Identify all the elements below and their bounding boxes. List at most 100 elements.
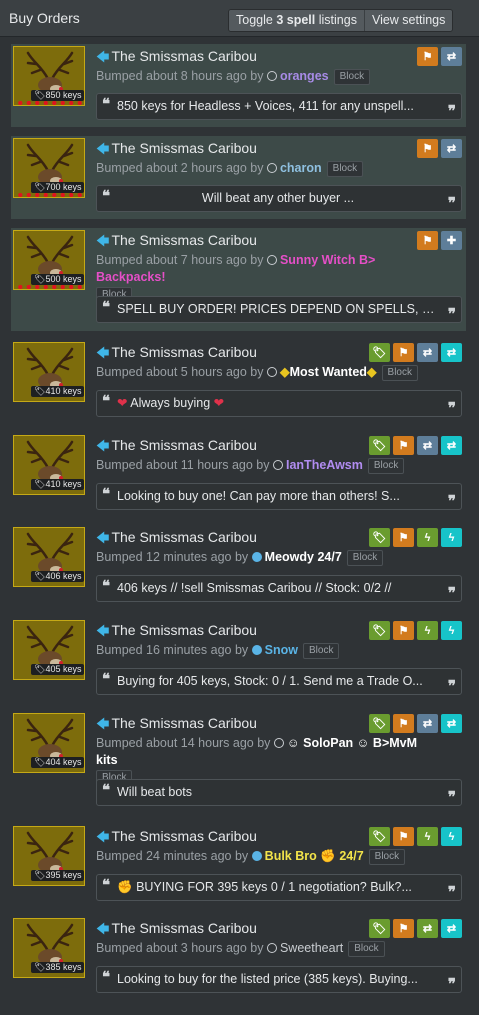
spell-indicator [16,101,84,105]
exchange-icon[interactable]: ⇄ [441,343,462,362]
block-button[interactable]: Block [326,161,364,177]
quote-close-icon: ❞ [447,493,456,510]
lightning-icon[interactable]: ϟ [417,621,438,640]
lightning-icon[interactable]: ϟ [417,827,438,846]
listing-actions: 🏷 ⚑ ϟ ϟ [369,827,462,846]
listing-actions: 🏷 ⚑ ϟ ϟ [369,528,462,547]
item-name[interactable]: 🡄 The Smissmas Caribou [96,529,257,551]
block-button[interactable]: Block [367,458,405,474]
spell-indicator [16,285,84,289]
flag-icon[interactable]: ⚑ [393,343,414,362]
tag-icon[interactable]: 🏷 [369,436,390,455]
flag-icon[interactable]: ⚑ [393,528,414,547]
exchange-icon[interactable]: ⇄ [441,919,462,938]
flag-icon[interactable]: ⚑ [417,231,438,250]
user-name[interactable]: Bulk Bro ✊ 24/7 [265,849,364,863]
lightning-icon[interactable]: ϟ [441,621,462,640]
listing-actions: ⚑ ⇄ [417,139,462,158]
flag-icon[interactable]: ⚑ [417,47,438,66]
status-ring-icon [266,163,277,173]
listing-comment: ❝ ✊ BUYING FOR 395 keys 0 / 1 negotiation… [96,874,462,901]
add-friend-icon[interactable]: ✚ [441,231,462,250]
item-name[interactable]: 🡄 The Smissmas Caribou [96,715,257,737]
quote-close-icon: ❞ [447,400,456,417]
flag-icon[interactable]: ⚑ [393,827,414,846]
user-name[interactable]: Sweetheart [280,941,343,955]
exchange-icon[interactable]: ⇄ [441,47,462,66]
item-name[interactable]: 🡄 The Smissmas Caribou [96,920,257,942]
item-name[interactable]: 🡄 The Smissmas Caribou [96,437,257,459]
user-name[interactable]: charon [280,161,322,175]
user-name[interactable]: IanTheAwsm [286,458,363,472]
tag-icon[interactable]: 🏷 [369,827,390,846]
listing-item: 🏷404 keys 🡄 The Smissmas Caribou 🏷 ⚑ ⇄ ⇄ … [11,711,466,814]
toggle-spell-listings-button[interactable]: Toggle 3 spell listings [229,10,364,31]
online-status-icon [251,552,262,562]
flag-icon[interactable]: ⚑ [393,621,414,640]
exchange-icon[interactable]: ⇄ [441,139,462,158]
exchange-icon[interactable]: ⇄ [417,343,438,362]
item-thumbnail[interactable]: 🏷500 keys [13,230,85,290]
exchange-icon[interactable]: ⇄ [417,919,438,938]
item-thumbnail[interactable]: 🏷405 keys [13,620,85,680]
tag-icon[interactable]: 🏷 [369,528,390,547]
price-badge: 🏷385 keys [31,962,84,973]
item-thumbnail[interactable]: 🏷850 keys [13,46,85,106]
block-button[interactable]: Block [333,69,371,85]
user-name[interactable]: ◆Most Wanted◆ [280,365,377,379]
block-button[interactable]: Block [368,849,406,865]
block-button[interactable]: Block [381,365,418,381]
item-thumbnail[interactable]: 🏷404 keys [13,713,85,773]
quote-close-icon: ❞ [447,976,456,993]
listing-meta: Bumped 12 minutes ago by Meowdy 24/7 Bloc… [96,549,426,566]
price-badge: 🏷405 keys [31,664,84,675]
lightning-icon[interactable]: ϟ [441,827,462,846]
exchange-icon[interactable]: ⇄ [417,714,438,733]
user-name[interactable]: oranges [280,69,329,83]
header-button-group: Toggle 3 spell listings View settings [228,9,454,32]
item-name[interactable]: 🡄 The Smissmas Caribou [96,232,257,254]
item-name[interactable]: 🡄 The Smissmas Caribou [96,140,257,162]
item-thumbnail[interactable]: 🏷700 keys [13,138,85,198]
price-badge: 🏷500 keys [31,274,84,285]
item-thumbnail[interactable]: 🏷410 keys [13,342,85,402]
item-name[interactable]: 🡄 The Smissmas Caribou [96,344,257,366]
item-name[interactable]: 🡄 The Smissmas Caribou [96,828,257,850]
item-thumbnail[interactable]: 🏷395 keys [13,826,85,886]
tag-icon[interactable]: 🏷 [369,343,390,362]
listing-meta: Bumped about 5 hours ago by ◆Most Wanted… [96,364,426,381]
item-thumbnail[interactable]: 🏷406 keys [13,527,85,587]
quote-close-icon: ❞ [447,306,456,323]
quote-close-icon: ❞ [447,585,456,602]
user-name[interactable]: Meowdy 24/7 [265,550,342,564]
arrow-left-icon: 🡄 [96,921,110,936]
exchange-icon[interactable]: ⇄ [417,436,438,455]
tag-icon[interactable]: 🏷 [369,714,390,733]
item-name[interactable]: 🡄 The Smissmas Caribou [96,622,257,644]
quote-open-icon: ❝ [102,969,111,986]
tag-icon[interactable]: 🏷 [369,919,390,938]
quote-close-icon: ❞ [447,678,456,695]
lightning-icon[interactable]: ϟ [417,528,438,547]
view-settings-button[interactable]: View settings [363,10,453,31]
block-button[interactable]: Block [348,941,385,957]
item-thumbnail[interactable]: 🏷410 keys [13,435,85,495]
quote-open-icon: ❝ [102,96,111,113]
arrow-left-icon: 🡄 [96,829,110,844]
listing-comment: ❝ SPELL BUY ORDER! PRICES DEPEND ON SPELL… [96,296,462,323]
exchange-icon[interactable]: ⇄ [441,714,462,733]
flag-icon[interactable]: ⚑ [393,919,414,938]
item-name[interactable]: 🡄 The Smissmas Caribou [96,48,257,70]
listing-meta: Bumped about 3 hours ago by Sweetheart Bl… [96,940,426,957]
flag-icon[interactable]: ⚑ [417,139,438,158]
flag-icon[interactable]: ⚑ [393,714,414,733]
block-button[interactable]: Block [303,643,340,659]
user-name[interactable]: Snow [265,643,298,657]
exchange-icon[interactable]: ⇄ [441,436,462,455]
item-thumbnail[interactable]: 🏷385 keys [13,918,85,978]
quote-open-icon: ❝ [102,671,111,688]
block-button[interactable]: Block [346,550,384,566]
tag-icon[interactable]: 🏷 [369,621,390,640]
lightning-icon[interactable]: ϟ [441,528,462,547]
flag-icon[interactable]: ⚑ [393,436,414,455]
